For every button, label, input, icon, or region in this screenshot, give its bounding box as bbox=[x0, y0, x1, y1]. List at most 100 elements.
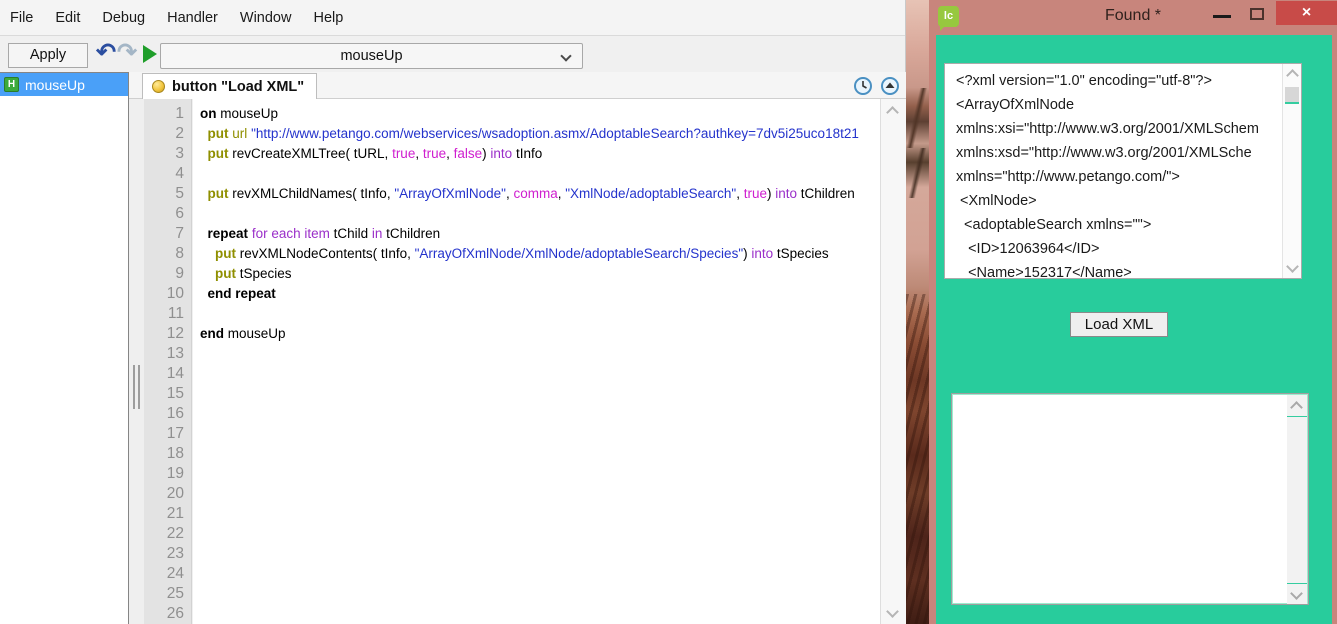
line-number: 9 bbox=[144, 264, 191, 284]
code-line: put tSpecies bbox=[200, 264, 880, 284]
scroll-up-icon[interactable] bbox=[886, 106, 899, 119]
code-token bbox=[200, 226, 208, 241]
xml-line: <adoptableSearch xmlns=""> bbox=[956, 213, 1281, 237]
code-token: end repeat bbox=[208, 286, 276, 301]
scroll-up-icon[interactable] bbox=[1290, 401, 1303, 414]
menu-item-window[interactable]: Window bbox=[240, 10, 292, 26]
code-token: "ArrayOfXmlNode/XmlNode/adoptableSearch/… bbox=[415, 246, 744, 261]
code-token: put bbox=[208, 186, 229, 201]
code-line bbox=[200, 404, 880, 424]
close-button[interactable]: × bbox=[1276, 1, 1337, 25]
stack-background: <?xml version="1.0" encoding="utf-8"?><A… bbox=[936, 35, 1332, 624]
line-number: 13 bbox=[144, 344, 191, 364]
line-number: 4 bbox=[144, 164, 191, 184]
tab-button-load-xml[interactable]: button "Load XML" bbox=[142, 73, 317, 99]
xml-line: <?xml version="1.0" encoding="utf-8"?> bbox=[956, 69, 1281, 93]
code-token: , bbox=[446, 146, 454, 161]
code-token bbox=[200, 286, 208, 301]
history-clock-icon[interactable] bbox=[853, 76, 873, 96]
menu-item-file[interactable]: File bbox=[10, 10, 33, 26]
xml-line: xmlns:xsi="http://www.w3.org/2001/XMLSch… bbox=[956, 117, 1281, 141]
load-xml-button[interactable]: Load XML bbox=[1070, 312, 1168, 337]
code-token: false bbox=[454, 146, 483, 161]
script-editor-window: File Edit Debug Handler Window Help Appl… bbox=[0, 0, 906, 624]
line-number: 25 bbox=[144, 584, 191, 604]
scroll-down-icon[interactable] bbox=[1286, 260, 1299, 273]
line-number: 8 bbox=[144, 244, 191, 264]
code-token bbox=[200, 186, 208, 201]
code-token: true bbox=[744, 186, 767, 201]
code-token: put bbox=[208, 126, 229, 141]
code-line bbox=[200, 564, 880, 584]
code-token: revCreateXMLTree( tURL, bbox=[229, 146, 393, 161]
handler-dropdown[interactable]: mouseUp bbox=[160, 43, 583, 69]
menu-item-help[interactable]: Help bbox=[313, 10, 343, 26]
sidebar-item-mouseup[interactable]: H mouseUp bbox=[0, 73, 128, 96]
found-title-bar[interactable]: lc Found * × bbox=[929, 0, 1337, 35]
apply-button[interactable]: Apply bbox=[8, 43, 88, 68]
scroll-up-icon[interactable] bbox=[1286, 69, 1299, 82]
code-token: into bbox=[751, 246, 773, 261]
output-field[interactable] bbox=[951, 393, 1309, 605]
xml-line: <Name>152317</Name> bbox=[956, 261, 1281, 278]
code-token: on bbox=[200, 106, 217, 121]
code-token: end bbox=[200, 326, 224, 341]
code-token: in bbox=[372, 226, 383, 241]
code-line: put revXMLNodeContents( tInfo, "ArrayOfX… bbox=[200, 244, 880, 264]
menu-item-handler[interactable]: Handler bbox=[167, 10, 218, 26]
found-window-body: <?xml version="1.0" encoding="utf-8"?><A… bbox=[929, 35, 1337, 624]
scroll-down-icon[interactable] bbox=[886, 605, 899, 618]
code-token: ) bbox=[767, 186, 775, 201]
script-tab-bar: button "Load XML" bbox=[129, 72, 906, 99]
code-token: true bbox=[392, 146, 415, 161]
line-number: 24 bbox=[144, 564, 191, 584]
output-field-scrollbar[interactable] bbox=[1287, 395, 1307, 605]
line-number: 21 bbox=[144, 504, 191, 524]
code-line bbox=[200, 364, 880, 384]
scrollbar-track-line bbox=[1287, 416, 1307, 417]
line-number: 1 bbox=[144, 104, 191, 124]
code-token: comma bbox=[513, 186, 557, 201]
code-token: for each item bbox=[252, 226, 330, 241]
code-token: , bbox=[415, 146, 423, 161]
redo-icon[interactable]: ↷ bbox=[117, 38, 137, 67]
minimize-button[interactable] bbox=[1213, 15, 1231, 18]
line-number: 16 bbox=[144, 404, 191, 424]
editor-toolbar: Apply ↶ ↷ mouseUp bbox=[0, 36, 905, 72]
code-token: , bbox=[736, 186, 744, 201]
line-number: 10 bbox=[144, 284, 191, 304]
code-line: put url "http://www.petango.com/webservi… bbox=[200, 124, 880, 144]
scrollbar-thumb[interactable] bbox=[1285, 87, 1299, 104]
menu-item-debug[interactable]: Debug bbox=[102, 10, 145, 26]
splitter-grip-icon bbox=[138, 365, 140, 409]
script-code-area[interactable]: on mouseUp put url "http://www.petango.c… bbox=[193, 99, 880, 624]
code-lines: on mouseUp put url "http://www.petango.c… bbox=[200, 104, 880, 624]
line-number: 18 bbox=[144, 444, 191, 464]
menu-item-edit[interactable]: Edit bbox=[55, 10, 80, 26]
xml-result-field[interactable]: <?xml version="1.0" encoding="utf-8"?><A… bbox=[944, 63, 1302, 279]
gutter: 1234567891011121314151617181920212223242… bbox=[144, 99, 192, 624]
maximize-button[interactable] bbox=[1250, 8, 1264, 20]
line-number: 12 bbox=[144, 324, 191, 344]
code-token: tSpecies bbox=[773, 246, 829, 261]
line-number: 23 bbox=[144, 544, 191, 564]
code-token: into bbox=[490, 146, 512, 161]
code-line bbox=[200, 444, 880, 464]
run-script-icon[interactable] bbox=[143, 45, 157, 63]
xml-line: xmlns="http://www.petango.com/"> bbox=[956, 165, 1281, 189]
xml-line: xmlns:xsd="http://www.w3.org/2001/XMLSch… bbox=[956, 141, 1281, 165]
splitter-grip-icon bbox=[133, 365, 135, 409]
code-token: tChildren bbox=[797, 186, 855, 201]
scroll-down-icon[interactable] bbox=[1290, 587, 1303, 600]
code-line bbox=[200, 464, 880, 484]
collapse-all-icon[interactable] bbox=[880, 76, 900, 96]
sidebar-splitter[interactable] bbox=[129, 99, 144, 624]
line-number: 26 bbox=[144, 604, 191, 624]
handler-list-sidebar: H mouseUp bbox=[0, 72, 129, 624]
undo-icon[interactable]: ↶ bbox=[96, 38, 116, 67]
code-token: put bbox=[215, 246, 236, 261]
line-number: 3 bbox=[144, 144, 191, 164]
editor-scrollbar[interactable] bbox=[880, 99, 906, 624]
xml-field-scrollbar[interactable] bbox=[1282, 64, 1301, 278]
code-line bbox=[200, 524, 880, 544]
